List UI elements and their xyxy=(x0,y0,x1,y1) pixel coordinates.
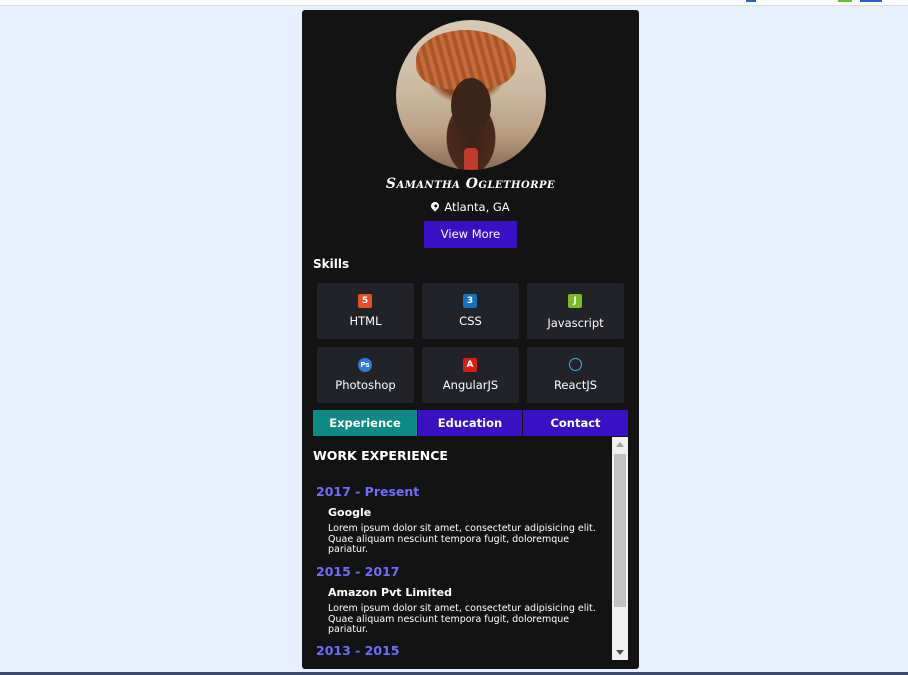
scroll-down-arrow-icon[interactable] xyxy=(616,650,624,655)
skill-card-reactjs: ReactJS xyxy=(527,347,624,403)
experience-description: Lorem ipsum dolor sit amet, consectetur … xyxy=(328,603,596,636)
tab-education[interactable]: Education xyxy=(418,410,522,436)
experience-panel[interactable]: WORK EXPERIENCE 2017 - Present Google Lo… xyxy=(313,438,627,660)
location-text: Atlanta, GA xyxy=(444,200,510,214)
skill-label: AngularJS xyxy=(442,378,499,392)
top-edge-mark xyxy=(860,0,882,2)
top-edge-mark xyxy=(746,0,756,2)
skill-card-css: 3 CSS xyxy=(422,283,519,339)
tab-contact[interactable]: Contact xyxy=(523,410,628,436)
javascript-icon: J xyxy=(568,294,582,308)
skill-label: HTML xyxy=(349,314,382,328)
avatar-strap xyxy=(464,148,478,170)
skill-card-javascript: J Javascript xyxy=(527,283,624,339)
experience-scrollbar[interactable] xyxy=(612,437,628,660)
tab-experience[interactable]: Experience xyxy=(313,410,417,436)
map-pin-icon xyxy=(429,200,441,212)
skill-card-html: 5 HTML xyxy=(317,283,414,339)
experience-description: Lorem ipsum dolor sit amet, consectetur … xyxy=(328,523,596,556)
browser-top-edge xyxy=(0,0,908,6)
experience-years: 2015 - 2017 xyxy=(316,564,400,579)
experience-years: 2013 - 2015 xyxy=(316,643,400,658)
profile-avatar xyxy=(396,20,546,170)
work-experience-heading: WORK EXPERIENCE xyxy=(313,448,448,463)
skill-card-photoshop: Ps Photoshop xyxy=(317,347,414,403)
react-icon xyxy=(569,358,582,371)
view-more-button[interactable]: View More xyxy=(424,221,517,248)
html5-icon: 5 xyxy=(358,294,372,308)
experience-company: Google xyxy=(328,506,372,519)
css3-icon: 3 xyxy=(463,294,477,308)
scrollbar-thumb[interactable] xyxy=(614,454,626,607)
profile-location: Atlanta, GA xyxy=(302,200,639,214)
skills-heading: Skills xyxy=(313,257,350,271)
tab-bar: Experience Education Contact xyxy=(313,410,628,436)
skill-card-angularjs: A AngularJS xyxy=(422,347,519,403)
skill-label: Javascript xyxy=(547,316,604,330)
scroll-up-arrow-icon[interactable] xyxy=(616,442,624,447)
top-edge-mark xyxy=(838,0,852,2)
angular-icon: A xyxy=(463,358,477,372)
photoshop-icon: Ps xyxy=(358,358,372,372)
experience-years: 2017 - Present xyxy=(316,484,420,499)
skill-label: ReactJS xyxy=(553,378,598,392)
avatar-face xyxy=(451,78,491,133)
profile-card: Samantha Oglethorpe Atlanta, GA View Mor… xyxy=(302,10,639,669)
skill-label: CSS xyxy=(459,314,482,328)
experience-company: Amazon Pvt Limited xyxy=(328,586,452,599)
skill-label: Photoshop xyxy=(335,378,396,392)
profile-name: Samantha Oglethorpe xyxy=(385,176,556,192)
